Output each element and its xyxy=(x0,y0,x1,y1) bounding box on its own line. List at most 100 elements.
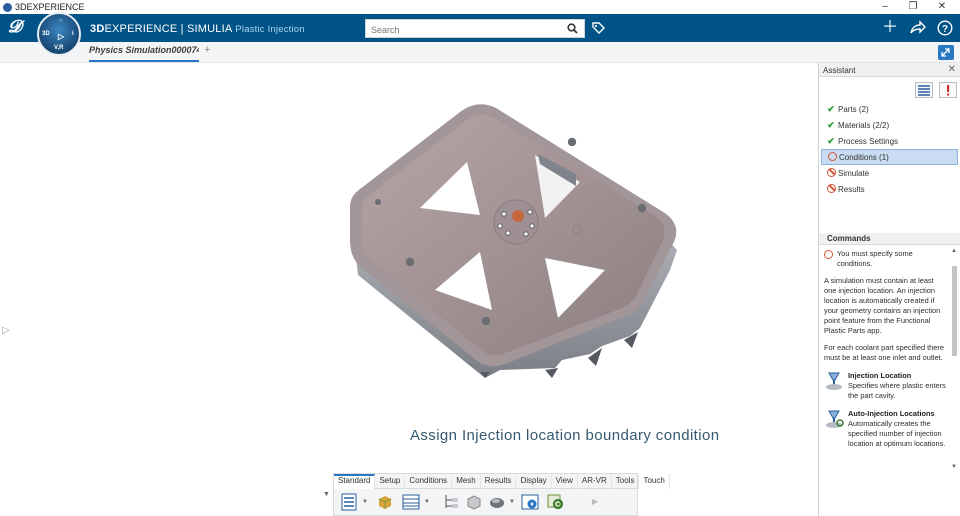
step-label: Conditions (1) xyxy=(839,152,889,162)
commands-scrollbar[interactable]: ▲ ▼ xyxy=(951,248,958,470)
step-results[interactable]: Results xyxy=(821,181,958,197)
command-desc: Automatically creates the specified numb… xyxy=(848,419,946,448)
window-title: 3DEXPERIENCE xyxy=(15,2,85,12)
action-bar-tabs: Standard Setup Conditions Mesh Results D… xyxy=(334,474,670,489)
warning-exclaim-icon xyxy=(947,85,950,96)
tab-view[interactable]: View xyxy=(552,474,578,489)
tag-icon[interactable] xyxy=(591,21,606,36)
brand-title: 3DEXPERIENCE | SIMULIA Plastic Injection xyxy=(90,23,305,35)
blocked-icon xyxy=(825,183,837,195)
table-icon[interactable] xyxy=(402,493,420,511)
warning-text: You must specify some conditions. xyxy=(837,249,913,268)
tab-results[interactable]: Results xyxy=(481,474,517,489)
assistant-title: Assistant xyxy=(823,66,856,75)
app-icon xyxy=(3,2,12,12)
step-label: Materials (2/2) xyxy=(838,120,890,130)
step-label: Simulate xyxy=(838,168,870,178)
top-bar: 𝓓 3DEXPERIENCE | SIMULIA Plastic Injectio… xyxy=(0,14,960,42)
tab-physics-simulation[interactable]: Physics Simulation000074 xyxy=(89,45,199,62)
command-title: Injection Location xyxy=(848,371,912,380)
step-process-settings[interactable]: ✔ Process Settings xyxy=(821,133,958,149)
tab-bar: Physics Simulation000074 + xyxy=(0,42,960,63)
plastic-part-model[interactable] xyxy=(340,100,685,390)
step-simulate[interactable]: Simulate xyxy=(821,165,958,181)
tab-touch[interactable]: Touch xyxy=(639,474,670,489)
step-label: Results xyxy=(838,184,865,194)
step-label: Process Settings xyxy=(838,136,899,146)
scroll-up-icon[interactable]: ▲ xyxy=(951,248,957,254)
step-parts[interactable]: ✔ Parts (2) xyxy=(821,101,958,117)
commands-section: Commands You must specify some condition… xyxy=(819,233,960,449)
assistant-header: Assistant ✕ xyxy=(819,63,960,77)
add-icon[interactable]: ＋ xyxy=(882,19,898,37)
material-icon[interactable] xyxy=(376,493,394,511)
warning-circle-icon xyxy=(826,151,838,163)
ds-logo-icon[interactable]: 𝓓 xyxy=(8,17,21,37)
brand-main: EXPERIENCE | SIMULIA xyxy=(104,23,233,35)
help-icon[interactable]: ? xyxy=(937,20,953,36)
brand-prefix: 3D xyxy=(90,23,105,35)
auto-injection-icon xyxy=(826,410,844,428)
warnings-button[interactable] xyxy=(939,82,957,98)
warning-circle-icon xyxy=(824,250,833,259)
tab-mesh[interactable]: Mesh xyxy=(452,474,481,489)
scroll-down-icon[interactable]: ▼ xyxy=(951,464,957,470)
search-input[interactable] xyxy=(366,21,556,39)
simulate-icon[interactable] xyxy=(521,493,539,511)
window-titlebar: 3DEXPERIENCE – ❐ ✕ xyxy=(0,0,960,14)
list-view-button[interactable] xyxy=(914,82,933,98)
tab-conditions[interactable]: Conditions xyxy=(405,474,453,489)
viewport-caption: Assign Injection location boundary condi… xyxy=(410,427,720,444)
assistant-view-buttons xyxy=(913,82,957,100)
check-icon: ✔ xyxy=(827,104,835,114)
render-style-icon[interactable] xyxy=(488,493,506,511)
mesh-part-icon[interactable] xyxy=(465,493,483,511)
tab-display[interactable]: Display xyxy=(516,474,552,489)
injection-info-text: A simulation must contain at least one i… xyxy=(824,276,941,335)
assistant-steps: ✔ Parts (2) ✔ Materials (2/2) ✔ Process … xyxy=(819,101,960,197)
check-icon: ✔ xyxy=(827,136,835,146)
search-icon[interactable] xyxy=(567,23,578,34)
commands-body: You must specify some conditions. A simu… xyxy=(819,245,960,449)
action-bar: Standard Setup Conditions Mesh Results D… xyxy=(333,473,670,516)
expand-left-icon[interactable]: ▷ xyxy=(2,325,10,336)
minimize-icon[interactable]: – xyxy=(875,0,895,14)
collapse-icon xyxy=(941,48,950,57)
check-icon: ✔ xyxy=(827,120,835,130)
tab-tools[interactable]: Tools xyxy=(612,474,640,489)
action-bar-icons: ▼ ▼ ▼ ▶ xyxy=(334,492,639,514)
share-icon[interactable] xyxy=(909,20,926,35)
close-assistant-icon[interactable]: ✕ xyxy=(948,64,956,75)
step-materials[interactable]: ✔ Materials (2/2) xyxy=(821,117,958,133)
tab-standard[interactable]: Standard xyxy=(334,474,376,489)
actionbar-collapse-icon[interactable]: ▼ xyxy=(323,491,330,498)
coolant-info-text: For each coolant part specified there mu… xyxy=(824,343,944,362)
commands-title: Commands xyxy=(819,233,960,245)
command-title: Auto-Injection Locations xyxy=(848,409,935,418)
blocked-icon xyxy=(825,167,837,179)
tab-setup[interactable]: Setup xyxy=(375,474,406,489)
settings-gear-icon[interactable] xyxy=(547,493,565,511)
auto-injection-locations-command[interactable]: Auto-Injection Locations Automatically c… xyxy=(824,409,948,449)
compass-label: V,R xyxy=(54,45,64,51)
step-label: Parts (2) xyxy=(838,104,869,114)
app-name: Plastic Injection xyxy=(235,24,305,35)
tab-ar-vr[interactable]: AR-VR xyxy=(578,474,612,489)
tree-icon[interactable] xyxy=(442,493,460,511)
injection-location-command[interactable]: Injection Location Specifies where plast… xyxy=(824,371,948,401)
step-conditions[interactable]: Conditions (1) xyxy=(821,149,958,165)
scroll-thumb[interactable] xyxy=(952,266,957,356)
conditions-warning: You must specify some conditions. xyxy=(824,249,948,269)
assistant-panel: Assistant ✕ ✔ Parts (2) ✔ Materials (2/2… xyxy=(818,63,960,516)
add-tab-button[interactable]: + xyxy=(204,44,210,56)
more-actions-icon[interactable]: ▶ xyxy=(592,497,598,506)
assistant-list-icon[interactable] xyxy=(340,493,358,511)
search-box[interactable] xyxy=(365,19,585,39)
compass-widget[interactable]: 3D ▷ ○ i V,R xyxy=(37,12,81,56)
list-view-icon xyxy=(917,85,930,96)
command-desc: Specifies where plastic enters the part … xyxy=(848,381,946,400)
injection-location-icon xyxy=(826,372,842,390)
close-window-icon[interactable]: ✕ xyxy=(932,0,952,14)
collapse-panel-button[interactable] xyxy=(938,45,954,60)
restore-icon[interactable]: ❐ xyxy=(903,0,923,14)
